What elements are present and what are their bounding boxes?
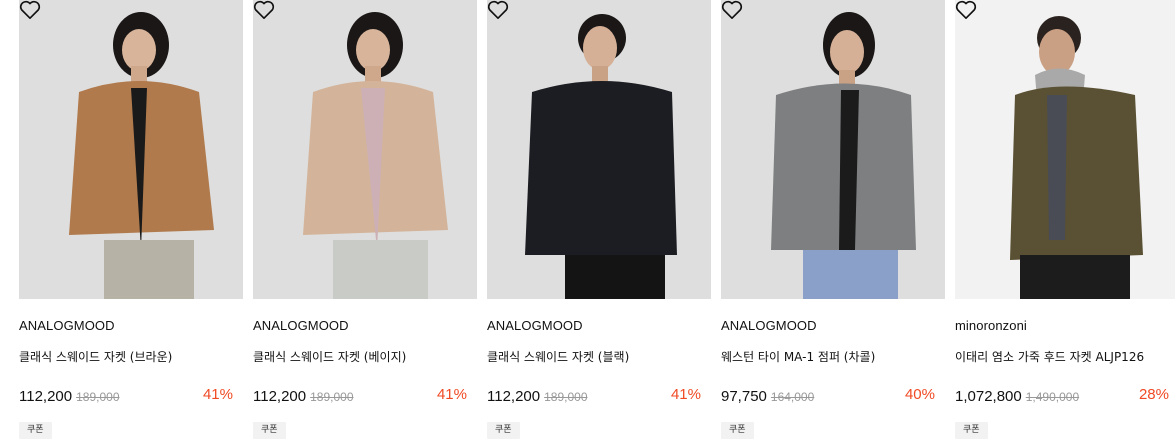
sale-price: 112,200 [19, 388, 73, 405]
price-row: 1,072,800 1,490,000 28% [955, 386, 1169, 406]
product-card[interactable]: ANALOGMOOD 클래식 스웨이드 자켓 (블랙) 112,200 189,0… [487, 0, 711, 448]
product-image[interactable] [721, 0, 945, 299]
model-photo [721, 0, 945, 299]
product-grid: ANALOGMOOD 클래식 스웨이드 자켓 (브라운) 112,200 189,… [0, 0, 1175, 448]
original-price: 189,000 [544, 390, 588, 404]
coupon-badge: 쿠폰 [487, 422, 520, 439]
model-photo [487, 0, 711, 299]
model-photo [19, 0, 243, 299]
product-card[interactable]: minoronzoni 이태리 염소 가죽 후드 자켓 ALJP126 1,07… [955, 0, 1175, 448]
sale-price: 112,200 [253, 388, 307, 405]
model-photo [253, 0, 477, 299]
discount-rate: 28% [1138, 386, 1169, 403]
original-price: 164,000 [770, 390, 815, 404]
brand-name[interactable]: ANALOGMOOD [721, 318, 817, 333]
heart-icon[interactable] [253, 0, 275, 20]
heart-icon[interactable] [487, 0, 509, 20]
original-price: 189,000 [310, 390, 354, 404]
original-price: 1,490,000 [1025, 390, 1080, 404]
product-name[interactable]: 웨스턴 타이 MA-1 점퍼 (차콜) [721, 348, 875, 365]
product-card[interactable]: ANALOGMOOD 웨스턴 타이 MA-1 점퍼 (차콜) 97,750 164… [721, 0, 945, 448]
price-row: 97,750 164,000 40% [721, 386, 935, 406]
heart-icon[interactable] [721, 0, 743, 20]
discount-rate: 41% [202, 386, 233, 403]
price-row: 112,200 189,000 41% [253, 386, 467, 406]
product-image[interactable] [487, 0, 711, 299]
heart-icon[interactable] [19, 0, 41, 20]
discount-rate: 40% [904, 386, 935, 403]
discount-rate: 41% [436, 386, 467, 403]
coupon-badge: 쿠폰 [253, 422, 286, 439]
brand-name[interactable]: minoronzoni [955, 318, 1027, 333]
product-card[interactable]: ANALOGMOOD 클래식 스웨이드 자켓 (베이지) 112,200 189,… [253, 0, 477, 448]
sale-price: 112,200 [487, 388, 541, 405]
price-row: 112,200 189,000 41% [19, 386, 233, 406]
sale-price: 97,750 [721, 388, 767, 405]
sale-price: 1,072,800 [955, 388, 1022, 405]
product-name[interactable]: 클래식 스웨이드 자켓 (브라운) [19, 348, 172, 365]
heart-icon[interactable] [955, 0, 977, 20]
price-row: 112,200 189,000 41% [487, 386, 701, 406]
product-name[interactable]: 클래식 스웨이드 자켓 (베이지) [253, 348, 406, 365]
coupon-badge: 쿠폰 [721, 422, 754, 439]
product-image[interactable] [253, 0, 477, 299]
product-image[interactable] [19, 0, 243, 299]
discount-rate: 41% [670, 386, 701, 403]
product-image[interactable] [955, 0, 1175, 299]
brand-name[interactable]: ANALOGMOOD [253, 318, 349, 333]
brand-name[interactable]: ANALOGMOOD [19, 318, 115, 333]
brand-name[interactable]: ANALOGMOOD [487, 318, 583, 333]
model-photo [955, 0, 1175, 299]
product-name[interactable]: 이태리 염소 가죽 후드 자켓 ALJP126 [955, 348, 1144, 365]
product-name[interactable]: 클래식 스웨이드 자켓 (블랙) [487, 348, 629, 365]
coupon-badge: 쿠폰 [19, 422, 52, 439]
coupon-badge: 쿠폰 [955, 422, 988, 439]
original-price: 189,000 [76, 390, 120, 404]
product-card[interactable]: ANALOGMOOD 클래식 스웨이드 자켓 (브라운) 112,200 189,… [19, 0, 243, 448]
